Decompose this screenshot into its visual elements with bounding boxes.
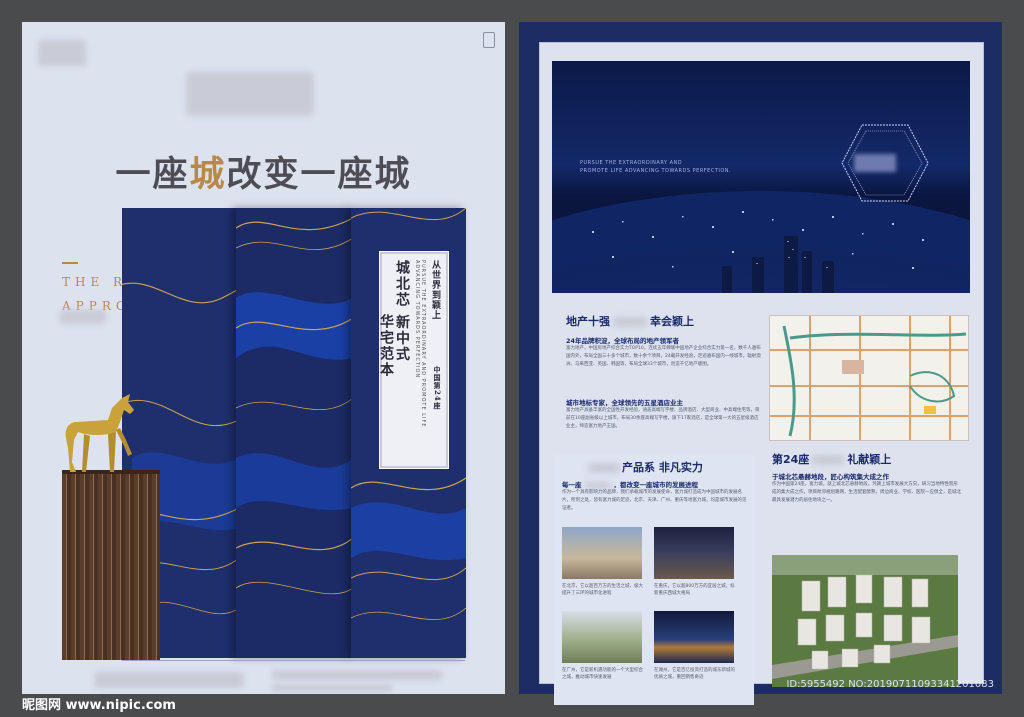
product-sub-a: 每一座 xyxy=(562,481,582,489)
thumb-huzhou xyxy=(654,611,734,663)
site-watermark: 昵图网 www.nipic.com xyxy=(22,698,176,713)
card-line-4: 华宅范本 xyxy=(378,314,394,378)
card-line-1: 从世界到颖上 xyxy=(430,260,440,320)
section3-title: 第24座 礼献颖上 xyxy=(772,451,891,467)
blurred-hex-text xyxy=(854,154,896,172)
product-subtitle: 每一座 ，都改变一座城市的发展进程 xyxy=(562,479,698,489)
thumb-beijing xyxy=(562,527,642,579)
aerial-rendering-image xyxy=(772,555,958,687)
blurred-title xyxy=(186,72,314,116)
product-sub-b: ，都改变一座城市的发展进程 xyxy=(613,481,699,489)
product-title: 产品系 非凡实力 xyxy=(588,459,703,475)
card-english: PURSUE THE EXTRAORDINARY AND PROMOTE LIF… xyxy=(414,260,426,428)
product-title-a: 产品系 xyxy=(622,461,655,474)
thumb-chongqing xyxy=(654,527,734,579)
location-map xyxy=(769,315,969,441)
blurred-logo xyxy=(38,40,86,66)
headline-text-2: 改变一座城 xyxy=(226,154,412,195)
city-night-image: PURSUE THE EXTRAORDINARY AND PROMOTE LIF… xyxy=(552,61,970,293)
page-corner-icon xyxy=(483,32,495,48)
blurred-footer-2 xyxy=(272,670,442,680)
caption-1: 在北京，它以超百万方的生活之城，极大提升了三环的城市化进程 xyxy=(562,584,643,596)
section1-body-2: 富力地产具备丰富的全国性开发经验，涵盖高端写字楼、品牌酒店、大型商业、中高端住宅… xyxy=(566,408,760,429)
gold-bar xyxy=(62,262,78,264)
vertical-title-card: 从世界到颖上 中国第24座 PURSUE THE EXTRAORDINARY A… xyxy=(378,251,449,469)
image-id-watermark: ID:5955492 NO:20190711093341201083 xyxy=(786,679,994,690)
caption-4: 在湖州，它是百亿投资打造的城东新城的优质之城，重回销售奇迹 xyxy=(654,668,735,680)
headline-text: 一座 xyxy=(115,154,190,195)
section1-title-a: 地产十强 xyxy=(566,315,610,328)
card-line-2: 中国第24座 xyxy=(433,366,442,410)
product-box: 产品系 非凡实力 每一座 ，都改变一座城市的发展进程 作为一个具有影响力的品牌，我… xyxy=(554,455,754,705)
product-title-b: 非凡实力 xyxy=(658,461,703,474)
section1-title: 地产十强 幸会颖上 xyxy=(566,313,694,329)
blurred-brand-4 xyxy=(812,455,845,465)
wooden-pedestal xyxy=(62,470,160,660)
golden-horse-icon xyxy=(65,394,134,472)
caption-2: 在重庆，它以超800万方的宜居之城，标新重庆西城大格局 xyxy=(654,584,735,596)
section1-title-b: 幸会颖上 xyxy=(650,315,694,328)
headline-highlight: 城 xyxy=(189,154,227,195)
thumb-guangzhou xyxy=(562,611,642,663)
section3-body: 作为中国第24座，富力城，就上城北芯悬赫地段，凭颖上城市发展大方向，研习当地特性… xyxy=(772,482,961,503)
section3-title-b: 礼献颖上 xyxy=(847,453,892,466)
section3-subtitle: 于城北芯悬赫地段，匠心构筑集大成之作 xyxy=(772,473,889,481)
inner-panel: PURSUE THE EXTRAORDINARY AND PROMOTE LIF… xyxy=(539,42,984,705)
left-page: 一座城改变一座城 THE RICH APPROACH 从世界到颖上 中国第24座… xyxy=(22,22,505,694)
section3-title-a: 第24座 xyxy=(772,453,810,466)
blurred-brand-3 xyxy=(583,481,612,489)
blurred-footer-3 xyxy=(272,684,392,692)
blurred-brand-2 xyxy=(588,463,620,473)
section1-body-1: 富力地产，中国房地产综合实力TOP10，连续五年蝉联中国地产企业综合实力第一名，… xyxy=(566,346,761,367)
headline: 一座城改变一座城 xyxy=(22,146,505,197)
caption-3: 在广州，它是新机遇功能的一个大型综合之城，推动城市快速发展 xyxy=(562,668,643,680)
section1-subtitle-2: 城市地标专家，全球领先的五星酒店业主 xyxy=(566,399,683,407)
blurred-small xyxy=(60,310,106,324)
footer-line xyxy=(122,660,465,661)
product-body: 作为一个具有影响力的品牌，我们承载城市的发展使命，富力城打造成为中国城市的发展名… xyxy=(562,490,747,511)
section1-subtitle-1: 24年品牌积淀，全球布局的地产领军者 xyxy=(566,337,680,345)
artwork-panel-2 xyxy=(236,208,353,658)
city-english-text: PURSUE THE EXTRAORDINARY AND PROMOTE LIF… xyxy=(580,160,732,174)
blurred-footer-1 xyxy=(94,672,244,688)
blurred-brand xyxy=(613,317,647,327)
right-page: PURSUE THE EXTRAORDINARY AND PROMOTE LIF… xyxy=(519,22,1002,705)
